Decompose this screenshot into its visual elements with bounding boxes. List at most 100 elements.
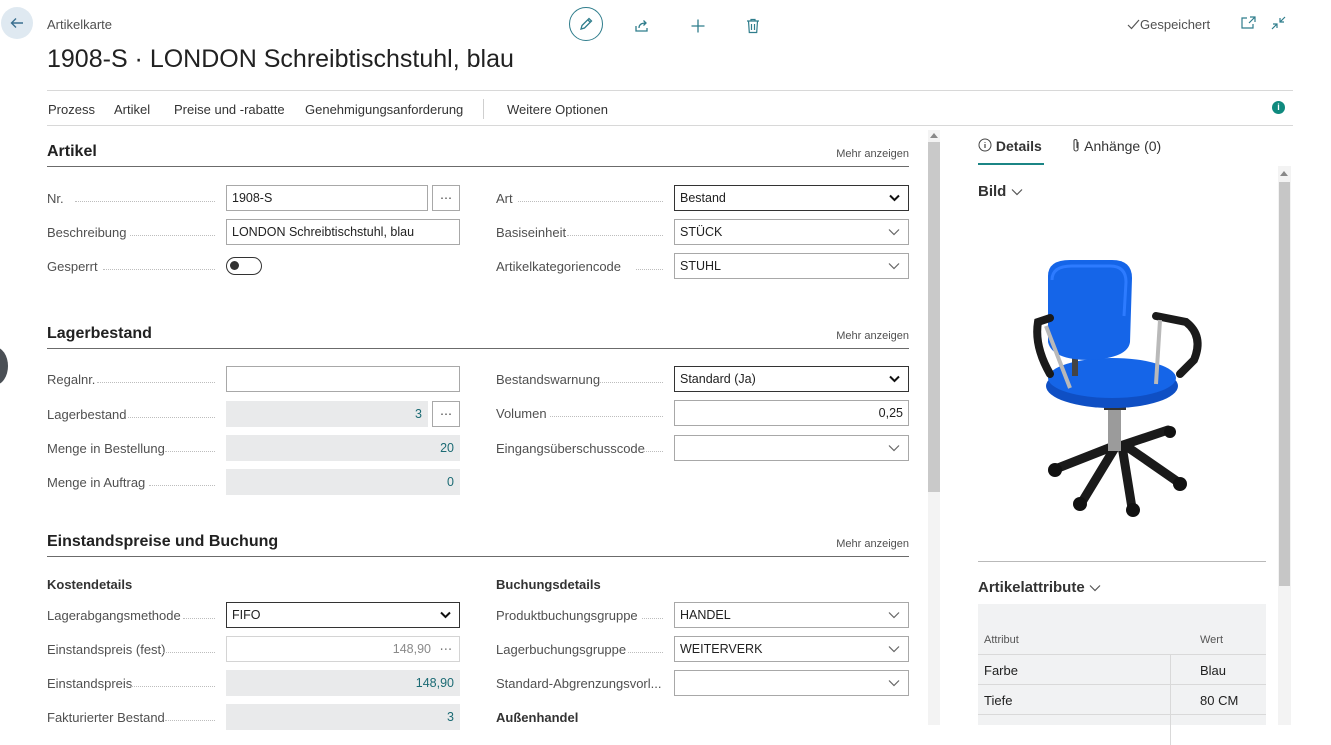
chevron-down-icon	[889, 194, 900, 202]
collapse-icon	[1271, 16, 1286, 30]
field-label: Einstandspreis	[47, 676, 133, 691]
dot-leader	[165, 451, 215, 452]
table-row[interactable]: Tiefe 80 CM	[978, 684, 1266, 715]
saved-status: Gespeichert	[1127, 17, 1210, 32]
ellipsis-icon[interactable]: ⋯	[440, 637, 453, 661]
show-more-link[interactable]: Mehr anzeigen	[836, 330, 909, 342]
dot-leader	[103, 269, 215, 270]
lagerbestand-lookup-button[interactable]: ⋯	[432, 401, 460, 427]
produktbuchungsgruppe-input[interactable]: HANDEL	[674, 602, 909, 628]
back-button[interactable]	[1, 7, 33, 39]
abgrenzungsvorlage-input[interactable]	[674, 670, 909, 696]
share-icon	[635, 20, 648, 32]
dot-leader	[130, 235, 215, 236]
fakturierter-bestand-value[interactable]: 3	[226, 704, 460, 730]
check-icon	[1127, 19, 1140, 30]
lagerbestand-value[interactable]: 3	[226, 401, 428, 427]
dot-leader	[165, 720, 215, 721]
tab-details[interactable]: Details	[978, 138, 1042, 154]
dot-leader	[131, 686, 215, 687]
field-label: Bestandswarnung	[496, 372, 601, 387]
delete-button[interactable]	[736, 10, 770, 42]
share-button[interactable]	[625, 10, 659, 42]
tab-attachments[interactable]: Anhänge (0)	[1071, 138, 1161, 154]
lagerabgangsmethode-select[interactable]: FIFO	[226, 602, 460, 628]
chevron-down-icon	[888, 612, 900, 619]
chevron-down-icon	[888, 445, 900, 452]
tab-label: Anhänge (0)	[1084, 138, 1162, 154]
attr-name: Tiefe	[984, 693, 1013, 708]
nr-lookup-button[interactable]: ⋯	[432, 185, 460, 211]
show-more-link[interactable]: Mehr anzeigen	[836, 148, 909, 160]
basiseinheit-input[interactable]: STÜCK	[674, 219, 909, 245]
info-icon[interactable]: i	[1272, 101, 1285, 114]
beschreibung-input[interactable]: LONDON Schreibtischstuhl, blau	[226, 219, 460, 245]
menu-weitere-optionen[interactable]: Weitere Optionen	[507, 102, 608, 117]
field-label: Menge in Auftrag	[47, 475, 146, 490]
item-picture[interactable]	[1030, 256, 1210, 518]
table-row[interactable]: Farbe Blau	[978, 654, 1266, 685]
field-label: Eingangsüberschusscode	[496, 441, 645, 456]
bestandswarnung-select[interactable]: Standard (Ja)	[674, 366, 909, 392]
field-label: Volumen	[496, 406, 547, 421]
open-new-window-button[interactable]	[1241, 16, 1256, 32]
column-divider	[1170, 685, 1171, 715]
bestellung-value[interactable]: 20	[226, 435, 460, 461]
dot-leader	[183, 618, 215, 619]
divider	[978, 561, 1266, 562]
bild-header[interactable]: Bild	[978, 183, 1023, 200]
nr-input[interactable]: 1908-S	[226, 185, 428, 211]
einstandspreis-value[interactable]: 148,90	[226, 670, 460, 696]
gesperrt-toggle[interactable]	[226, 257, 262, 275]
select-value: Bestand	[680, 191, 726, 205]
menu-prozess[interactable]: Prozess	[48, 102, 95, 117]
chevron-down-icon	[889, 375, 900, 383]
field-label: Fakturierter Bestand	[47, 710, 165, 725]
chevron-down-icon	[888, 229, 900, 236]
field-label: Einstandspreis (fest)	[47, 642, 166, 657]
section-artikel-header: Artikel Mehr anzeigen	[47, 141, 909, 167]
select-value: Standard (Ja)	[680, 372, 756, 386]
dot-leader	[643, 451, 663, 452]
ellipsis-icon: ⋯	[440, 407, 452, 421]
field-label: Standard-Abgrenzungsvorl...	[496, 676, 662, 691]
show-more-link[interactable]: Mehr anzeigen	[836, 538, 909, 550]
input-value: WEITERVERK	[680, 642, 763, 656]
new-button[interactable]	[681, 10, 715, 42]
field-label: Regalnr.	[47, 372, 96, 387]
art-select[interactable]: Bestand	[674, 185, 909, 211]
artikelattribute-header[interactable]: Artikelattribute	[978, 579, 1101, 596]
menu-genehmigung[interactable]: Genehmigungsanforderung	[305, 102, 463, 117]
column-header[interactable]: Wert	[1200, 634, 1223, 646]
active-tab-indicator	[978, 163, 1044, 165]
menu-artikel[interactable]: Artikel	[114, 102, 150, 117]
field-label: Gesperrt	[47, 259, 98, 274]
volumen-input[interactable]: 0,25	[674, 400, 909, 426]
edit-button[interactable]	[569, 7, 603, 41]
chevron-down-icon	[888, 646, 900, 653]
factbox-scrollbar[interactable]	[1278, 166, 1291, 725]
attr-title: Artikelattribute	[978, 579, 1085, 596]
kategorie-input[interactable]: STUHL	[674, 253, 909, 279]
dot-leader	[628, 652, 663, 653]
input-value: 148,90	[392, 642, 431, 656]
input-value: STÜCK	[680, 225, 723, 239]
auftrag-value[interactable]: 0	[226, 469, 460, 495]
subsection-heading: Außenhandel	[496, 710, 579, 725]
side-handle[interactable]	[0, 347, 8, 385]
column-header[interactable]: Attribut	[984, 634, 1019, 646]
einstandspreis-fest-input[interactable]: 148,90 ⋯	[226, 636, 460, 662]
section-title: Einstandspreise und Buchung	[47, 533, 279, 550]
eingangsueberschuss-input[interactable]	[674, 435, 909, 461]
regalnr-input[interactable]	[226, 366, 460, 392]
scrollbar-thumb[interactable]	[928, 142, 940, 492]
chevron-down-icon	[440, 611, 451, 619]
scrollbar-thumb[interactable]	[1279, 182, 1290, 586]
lagerbuchungsgruppe-input[interactable]: WEITERVERK	[674, 636, 909, 662]
table-row[interactable]	[978, 714, 1266, 745]
collapse-button[interactable]	[1271, 16, 1286, 33]
saved-label: Gespeichert	[1140, 17, 1211, 32]
content-scrollbar[interactable]	[928, 130, 940, 725]
field-label: Lagerabgangsmethode	[47, 608, 181, 623]
menu-preise[interactable]: Preise und -rabatte	[174, 102, 285, 117]
